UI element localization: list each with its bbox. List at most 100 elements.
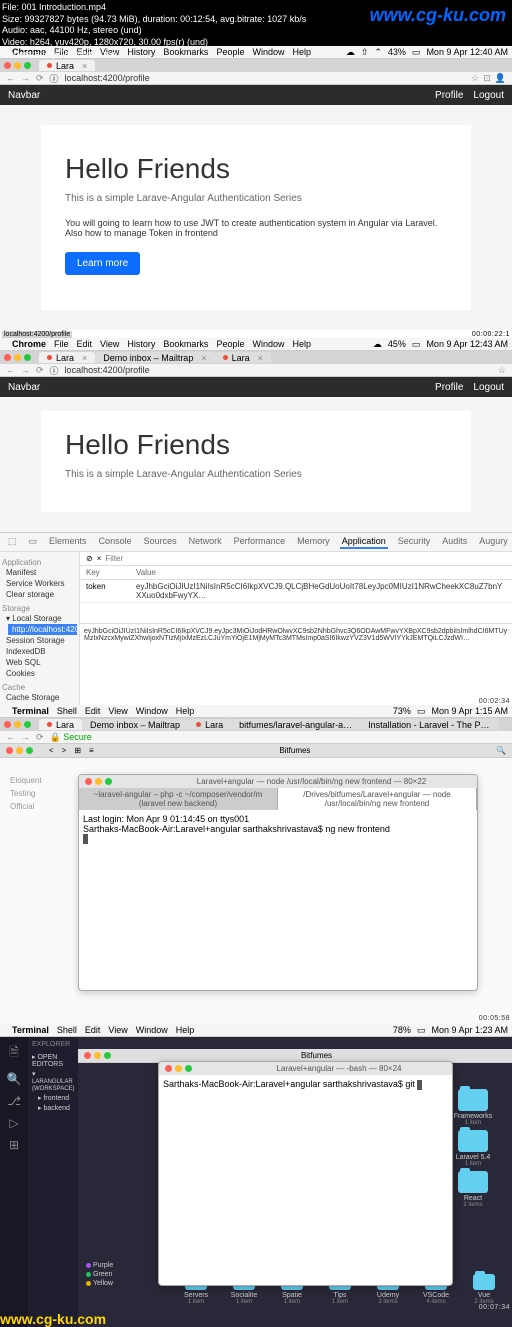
term-tab-2[interactable]: /Drives/bitfumes/Laravel+angular — node … (278, 788, 477, 810)
window-controls[interactable] (4, 62, 31, 69)
folder-backend[interactable]: ▸ backend (38, 1103, 74, 1113)
cloud-icon[interactable]: ☁ (346, 47, 355, 58)
battery-icon[interactable]: ▭ (412, 339, 421, 350)
menu-shell[interactable]: Shell (57, 706, 77, 716)
terminal-body[interactable]: Sarthaks-MacBook-Air:Laravel+angular sar… (159, 1075, 452, 1285)
extensions-icon[interactable]: ⊞ (9, 1138, 19, 1152)
back-button[interactable]: ← (6, 365, 15, 375)
menu-help[interactable]: Help (176, 706, 195, 716)
tab-lara[interactable]: Lara× (39, 352, 95, 363)
dt-tab-memory[interactable]: Memory (295, 535, 332, 549)
menu-help[interactable]: Help (176, 1025, 195, 1035)
tab-laravel[interactable]: Installation - Laravel - The P… (360, 719, 497, 730)
finder-folder[interactable]: Vue2 items (462, 1274, 506, 1305)
git-icon[interactable]: ⎇ (7, 1094, 21, 1108)
clock[interactable]: Mon 9 Apr 1:15 AM (431, 706, 508, 716)
app-name[interactable]: Chrome (12, 339, 46, 349)
back-button[interactable]: ← (6, 732, 15, 742)
lock-icon[interactable]: 🔒 Secure (50, 732, 92, 743)
legend-item[interactable]: Purple (86, 1262, 146, 1269)
reload-button[interactable]: ⟳ (36, 365, 44, 376)
dt-tab-sources[interactable]: Sources (142, 535, 179, 549)
tab-lara2[interactable]: Lara (188, 719, 231, 730)
forward-button[interactable]: > (62, 746, 67, 755)
dt-tab-elements[interactable]: Elements (47, 535, 89, 549)
close-icon[interactable]: × (82, 61, 87, 71)
battery-icon[interactable]: ▭ (417, 1025, 426, 1036)
window-controls[interactable] (6, 747, 33, 754)
window-controls[interactable] (85, 778, 112, 785)
url-field[interactable]: localhost:4200/profile (65, 365, 150, 375)
battery-icon[interactable]: ▭ (412, 47, 421, 58)
dt-tab-augury[interactable]: Augury (477, 535, 510, 549)
dt-tab-console[interactable]: Console (97, 535, 134, 549)
brand[interactable]: Navbar (8, 90, 40, 101)
search-icon[interactable]: 🔍 (7, 1072, 22, 1086)
close-icon[interactable]: × (82, 353, 87, 363)
nav-logout[interactable]: Logout (473, 382, 504, 393)
close-icon[interactable]: × (258, 353, 263, 363)
dt-tab-performance[interactable]: Performance (232, 535, 288, 549)
terminal-body[interactable]: Last login: Mon Apr 9 01:14:45 on ttys00… (79, 810, 477, 990)
workspace[interactable]: ▾ LARANGULAR (WORKSPACE) (32, 1069, 74, 1093)
upload-icon[interactable]: ⇧ (361, 47, 369, 58)
menu-view[interactable]: View (108, 1025, 127, 1035)
clock[interactable]: Mon 9 Apr 12:40 AM (426, 47, 508, 57)
menu-view[interactable]: View (100, 339, 119, 349)
avatar-icon[interactable]: 👤 (495, 73, 506, 84)
reload-button[interactable]: ⟳ (36, 73, 44, 84)
menu-view[interactable]: View (108, 706, 127, 716)
menu-window[interactable]: Window (136, 1025, 168, 1035)
dt-item-cookies[interactable]: Cookies (2, 668, 77, 679)
dt-item-websql[interactable]: Web SQL (2, 657, 77, 668)
reload-button[interactable]: ⟳ (36, 732, 44, 743)
tab-lara[interactable]: Lara (39, 719, 82, 730)
folder-frontend[interactable]: ▸ frontend (38, 1093, 74, 1103)
forward-button[interactable]: → (21, 732, 30, 742)
dt-tab-audits[interactable]: Audits (440, 535, 469, 549)
term-tab-1[interactable]: ~laravel-angular – php -c ~/composer/ven… (79, 788, 278, 810)
menu-shell[interactable]: Shell (57, 1025, 77, 1035)
info-icon[interactable]: ⓘ (50, 364, 59, 377)
debug-icon[interactable]: ▷ (9, 1116, 18, 1130)
forward-button[interactable]: → (21, 365, 30, 375)
brand[interactable]: Navbar (8, 382, 40, 393)
legend-item[interactable]: Green (86, 1271, 146, 1278)
menu-window[interactable]: Window (136, 706, 168, 716)
cloud-icon[interactable]: ☁ (373, 339, 382, 350)
nav-profile[interactable]: Profile (435, 382, 463, 393)
app-name[interactable]: Terminal (12, 706, 49, 716)
nav-profile[interactable]: Profile (435, 90, 463, 101)
menu-bookmarks[interactable]: Bookmarks (163, 339, 208, 349)
ext-icon[interactable]: ⊡ (483, 73, 491, 84)
inspect-icon[interactable]: ⬚ (6, 535, 19, 549)
app-name[interactable]: Terminal (12, 1025, 49, 1035)
filter-icon[interactable]: × (97, 554, 102, 563)
window-controls[interactable] (165, 1065, 192, 1072)
device-icon[interactable]: ▭ (27, 535, 40, 549)
clock[interactable]: Mon 9 Apr 1:23 AM (431, 1025, 508, 1035)
view-grid-icon[interactable]: ⊞ (74, 746, 81, 755)
tab-lara[interactable]: Lara× (39, 60, 95, 71)
window-controls[interactable] (4, 721, 31, 728)
clock[interactable]: Mon 9 Apr 12:43 AM (426, 339, 508, 349)
dt-item-clear[interactable]: Clear storage (2, 589, 77, 600)
menu-edit[interactable]: Edit (77, 339, 93, 349)
filter-input[interactable] (105, 554, 506, 563)
menu-edit[interactable]: Edit (85, 1025, 101, 1035)
legend-item[interactable]: Yellow (86, 1280, 146, 1287)
dt-item-session[interactable]: Session Storage (2, 635, 77, 646)
view-list-icon[interactable]: ≡ (89, 746, 94, 755)
dt-item-cache[interactable]: Cache Storage (2, 692, 77, 703)
open-editors[interactable]: ▸ OPEN EDITORS (32, 1052, 74, 1069)
window-controls[interactable] (4, 354, 31, 361)
nav-logout[interactable]: Logout (473, 90, 504, 101)
wifi-icon[interactable]: ⌃ (374, 47, 382, 58)
clear-icon[interactable]: ⊘ (86, 554, 93, 563)
menu-window[interactable]: Window (252, 339, 284, 349)
menu-file[interactable]: File (54, 339, 69, 349)
storage-row[interactable]: tokeneyJhbGciOiJIUzI1NiIsInR5cCI6IkpXVCJ… (80, 580, 512, 603)
tab-github[interactable]: bitfumes/laravel-angular-a… (231, 719, 360, 730)
menu-people[interactable]: People (216, 339, 244, 349)
window-controls[interactable] (84, 1052, 111, 1059)
